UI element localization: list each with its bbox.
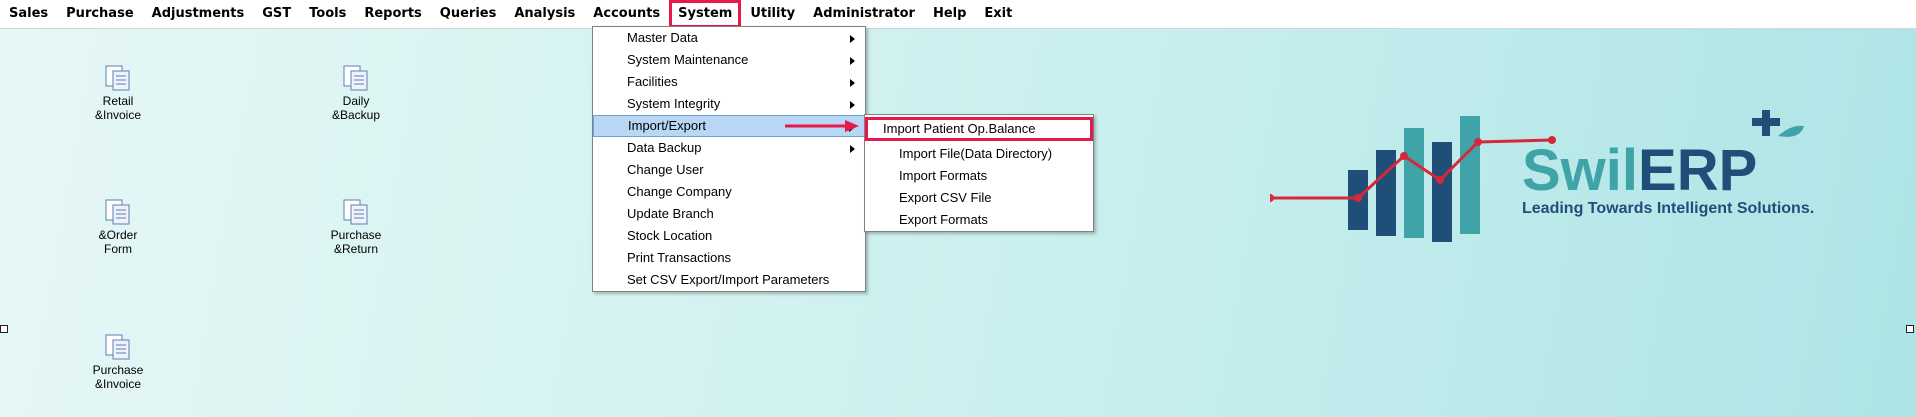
icon-label: Retail &Invoice <box>94 94 142 122</box>
document-icon <box>105 199 130 225</box>
menu-item-export-formats[interactable]: Export Formats <box>865 209 1093 231</box>
menu-utility[interactable]: Utility <box>741 0 804 28</box>
logo-text: SwilERP <box>1522 138 1757 203</box>
menu-item-set-csv-parameters[interactable]: Set CSV Export/Import Parameters <box>593 269 865 291</box>
system-menu-dropdown: Master Data System Maintenance Facilitie… <box>592 26 866 292</box>
desktop-daily-backup[interactable]: Daily &Backup <box>296 64 416 122</box>
menu-item-import-formats[interactable]: Import Formats <box>865 165 1093 187</box>
pointer-arrow-icon <box>785 120 859 132</box>
menu-item-change-company[interactable]: Change Company <box>593 181 865 203</box>
menu-exit[interactable]: Exit <box>975 0 1021 28</box>
menu-tools[interactable]: Tools <box>300 0 355 28</box>
icon-label: Purchase &Return <box>330 228 382 256</box>
menu-system[interactable]: System <box>669 0 742 28</box>
menu-administrator[interactable]: Administrator <box>804 0 924 28</box>
menu-item-change-user[interactable]: Change User <box>593 159 865 181</box>
logo-bar <box>1460 116 1480 234</box>
icon-label: &Order Form <box>98 228 138 256</box>
icon-label: Purchase &Invoice <box>92 363 144 391</box>
desktop-order-form[interactable]: &Order Form <box>58 198 178 256</box>
menu-reports[interactable]: Reports <box>355 0 430 28</box>
menu-item-update-branch[interactable]: Update Branch <box>593 203 865 225</box>
menu-item-master-data[interactable]: Master Data <box>593 27 865 49</box>
menu-item-export-csv-file[interactable]: Export CSV File <box>865 187 1093 209</box>
menu-purchase[interactable]: Purchase <box>57 0 142 28</box>
menu-bar: Sales Purchase Adjustments GST Tools Rep… <box>0 0 1916 29</box>
desktop-purchase-invoice[interactable]: Purchase &Invoice <box>58 333 178 391</box>
icon-label: Daily &Backup <box>331 94 381 122</box>
menu-adjustments[interactable]: Adjustments <box>143 0 254 28</box>
logo-bar <box>1376 150 1396 236</box>
menu-item-system-integrity[interactable]: System Integrity <box>593 93 865 115</box>
logo-leaf-icon <box>1778 125 1804 137</box>
logo-bar <box>1404 128 1424 238</box>
desktop-purchase-return[interactable]: Purchase &Return <box>296 198 416 256</box>
menu-accounts[interactable]: Accounts <box>584 0 669 28</box>
menu-item-import-patient-op-balance[interactable]: Import Patient Op.Balance <box>865 117 1093 141</box>
menu-item-system-maintenance[interactable]: System Maintenance <box>593 49 865 71</box>
menu-help[interactable]: Help <box>924 0 975 28</box>
desktop-retail-invoice[interactable]: Retail &Invoice <box>58 64 178 122</box>
menu-item-data-backup[interactable]: Data Backup <box>593 137 865 159</box>
menu-sales[interactable]: Sales <box>0 0 57 28</box>
menu-item-import-file[interactable]: Import File(Data Directory) <box>865 143 1093 165</box>
logo-tagline: Leading Towards Intelligent Solutions. <box>1522 200 1814 217</box>
submenu-arrow-icon <box>850 145 855 153</box>
swilerp-logo: SwilERP Leading Towards Intelligent Solu… <box>1270 110 1814 242</box>
import-export-submenu: Import Patient Op.Balance Import File(Da… <box>864 114 1094 232</box>
menu-queries[interactable]: Queries <box>431 0 506 28</box>
resize-handle-right[interactable] <box>1906 325 1914 333</box>
submenu-arrow-icon <box>850 101 855 109</box>
document-icon <box>105 65 130 91</box>
document-icon <box>105 334 130 360</box>
logo-plus-icon <box>1752 110 1780 136</box>
menu-item-stock-location[interactable]: Stock Location <box>593 225 865 247</box>
menu-item-facilities[interactable]: Facilities <box>593 71 865 93</box>
document-icon <box>343 199 368 225</box>
logo-bar <box>1432 142 1452 242</box>
menu-analysis[interactable]: Analysis <box>505 0 584 28</box>
submenu-arrow-icon <box>850 79 855 87</box>
submenu-arrow-icon <box>850 35 855 43</box>
submenu-arrow-icon <box>850 57 855 65</box>
menu-gst[interactable]: GST <box>253 0 300 28</box>
document-icon <box>343 65 368 91</box>
menu-item-print-transactions[interactable]: Print Transactions <box>593 247 865 269</box>
resize-handle-left[interactable] <box>0 325 8 333</box>
